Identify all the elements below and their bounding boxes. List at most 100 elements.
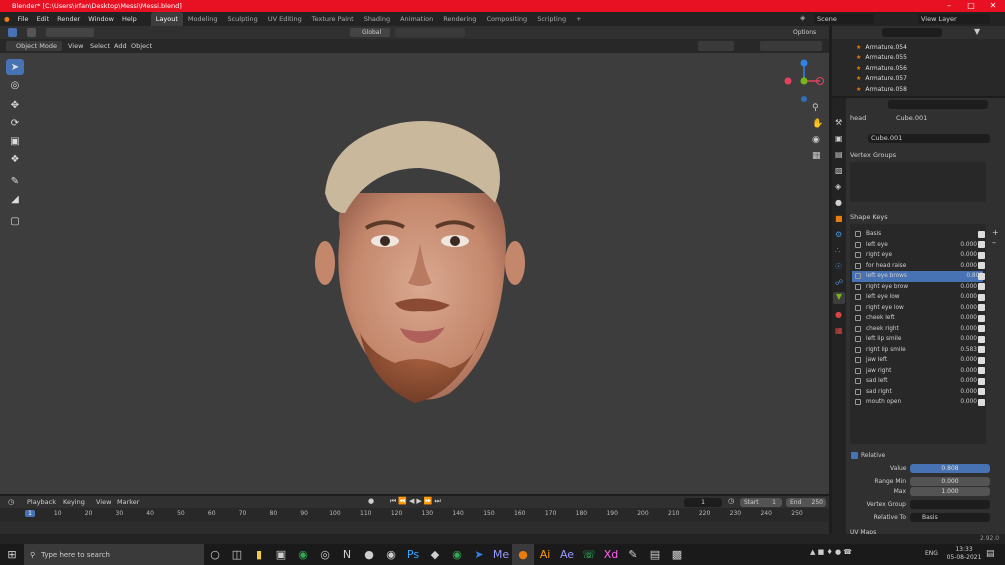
shape-key-row[interactable]: jaw right 0.000 — [852, 366, 985, 377]
shape-keys-list[interactable]: Basis left eye 0.000 right eye 0.000 for h… — [850, 224, 986, 444]
tab-rendering[interactable]: Rendering — [438, 12, 481, 26]
head-mesh[interactable] — [300, 113, 540, 413]
timeline-ruler[interactable]: 1 10 20 30 40 50 60 70 80 90 100 110 120 130 140 150 160… — [0, 508, 829, 522]
outliner-item[interactable]: ★ Armature.054 — [832, 42, 1005, 53]
grid-view-icon[interactable]: ▦ — [812, 151, 821, 161]
tab-animation[interactable]: Animation — [395, 12, 438, 26]
shape-key-row[interactable]: left eye low 0.000 — [852, 292, 985, 303]
file-explorer-icon[interactable]: ▮ — [248, 544, 270, 565]
constraints-tab-icon[interactable]: ☍ — [835, 278, 843, 287]
playback-controls[interactable]: ⏮⏪◀▶⏩⏭ — [390, 497, 443, 506]
shape-key-row[interactable]: sad left 0.000 — [852, 376, 985, 387]
menu-window[interactable]: Window — [84, 12, 118, 26]
tab-uv-editing[interactable]: UV Editing — [263, 12, 307, 26]
select-tool-icon[interactable]: ➤ — [6, 59, 24, 75]
shape-key-row[interactable]: for head raise 0.000 — [852, 261, 985, 272]
notepad-icon[interactable]: ▤ — [644, 544, 666, 565]
material-tab-icon[interactable]: ● — [835, 310, 842, 319]
menu-view[interactable]: View — [96, 498, 111, 506]
tool-tab-icon[interactable]: ⚒ — [835, 118, 842, 127]
clock-icon[interactable]: ◷ — [728, 497, 734, 505]
scale-tool-icon[interactable]: ▣ — [6, 133, 24, 149]
menu-keying[interactable]: Keying — [63, 498, 85, 506]
navigation-gizmo[interactable] — [780, 57, 828, 105]
add-cube-tool-icon[interactable]: ▢ — [6, 213, 24, 229]
chrome-icon[interactable]: ◉ — [292, 544, 314, 565]
scene-tab-icon[interactable]: ◈ — [835, 182, 841, 191]
visibility-gizmo-buttons[interactable] — [698, 41, 734, 51]
shape-key-row[interactable]: sad right 0.000 — [852, 387, 985, 398]
current-frame-field[interactable]: 1 — [684, 498, 722, 507]
mesh-data-name-field[interactable]: Cube.001 — [868, 134, 990, 143]
move-tool-icon[interactable]: ✥ — [6, 97, 24, 113]
properties-search-input[interactable] — [888, 100, 988, 109]
transform-orientation[interactable]: Global — [350, 28, 390, 37]
app-icon[interactable]: ◎ — [314, 544, 336, 565]
scene-selector[interactable]: Scene — [814, 14, 874, 24]
relative-to-field[interactable]: Basis — [910, 513, 990, 522]
add-shape-key-button[interactable]: + — [992, 228, 999, 237]
photoshop-icon[interactable]: Ps — [402, 544, 424, 565]
vertex-groups-list[interactable] — [850, 162, 986, 202]
record-icon[interactable]: ● — [368, 497, 374, 505]
tab-modeling[interactable]: Modeling — [183, 12, 223, 26]
shape-key-row[interactable]: left eye 0.000 — [852, 240, 985, 251]
shape-key-row[interactable]: Basis — [852, 229, 985, 240]
app-icon[interactable]: ◆ — [424, 544, 446, 565]
mute-checkbox[interactable] — [978, 283, 985, 291]
relative-checkbox[interactable] — [851, 452, 858, 459]
output-tab-icon[interactable]: ▤ — [835, 150, 843, 159]
rotate-tool-icon[interactable]: ⟳ — [6, 115, 24, 131]
mode-selector[interactable]: Object Mode — [6, 41, 62, 51]
tab-scripting[interactable]: Scripting — [532, 12, 571, 26]
max-field[interactable]: 1.000 — [910, 487, 990, 496]
mute-checkbox[interactable] — [978, 314, 985, 322]
mute-checkbox[interactable] — [978, 346, 985, 354]
shape-key-row[interactable]: jaw left 0.000 — [852, 355, 985, 366]
mute-checkbox[interactable] — [978, 377, 985, 385]
menu-view[interactable]: View — [68, 41, 83, 51]
mute-checkbox[interactable] — [978, 356, 985, 364]
menu-help[interactable]: Help — [118, 12, 141, 26]
app-icon[interactable]: ▩ — [666, 544, 688, 565]
outliner-search-input[interactable] — [882, 28, 942, 37]
pan-hand-icon[interactable]: ✋ — [812, 119, 823, 129]
vscode-icon[interactable]: ➤ — [468, 544, 490, 565]
mesh-data-tab-icon[interactable]: ▼ — [833, 292, 845, 304]
cursor-tool-icon[interactable]: ◎ — [6, 77, 24, 93]
language-indicator[interactable]: ENG — [925, 550, 938, 557]
tab-texture-paint[interactable]: Texture Paint — [307, 12, 359, 26]
taskbar-search-box[interactable]: ⚲ Type here to search — [24, 544, 204, 565]
after-effects-icon[interactable]: Ae — [556, 544, 578, 565]
minimize-button[interactable]: – — [938, 0, 960, 12]
start-frame-field[interactable]: Start 1 — [740, 498, 782, 507]
mute-checkbox[interactable] — [978, 335, 985, 343]
zoom-icon[interactable]: ⚲ — [812, 103, 819, 113]
system-tray-icons[interactable]: ▲ ■ ♦ ● ☎ — [810, 548, 852, 556]
tab-shading[interactable]: Shading — [359, 12, 395, 26]
end-frame-field[interactable]: End 250 — [786, 498, 826, 507]
cortana-icon[interactable]: ○ — [204, 544, 226, 565]
menu-select[interactable]: Select — [90, 41, 110, 51]
measure-tool-icon[interactable]: ◢ — [6, 191, 24, 207]
physics-tab-icon[interactable]: ☉ — [835, 262, 842, 271]
editor-type-icon[interactable]: ◷ — [8, 498, 14, 506]
object-tab-icon[interactable]: ■ — [835, 214, 843, 223]
add-workspace-button[interactable]: + — [571, 12, 586, 26]
notification-icon[interactable]: ▤ — [986, 549, 995, 559]
outliner-item[interactable]: ★ Armature.056 — [832, 63, 1005, 74]
value-slider[interactable]: 0.808 — [910, 464, 990, 473]
mute-checkbox[interactable] — [978, 398, 985, 406]
annotate-tool-icon[interactable]: ✎ — [6, 173, 24, 189]
transform-tool-icon[interactable]: ❖ — [6, 151, 24, 167]
menu-edit[interactable]: Edit — [33, 12, 54, 26]
view-layer-tab-icon[interactable]: ▧ — [835, 166, 843, 175]
app-icon[interactable]: N — [336, 544, 358, 565]
close-button[interactable]: ✕ — [982, 0, 1004, 12]
shape-key-row[interactable]: cheek left 0.000 — [852, 313, 985, 324]
clock[interactable]: 13:33 05-08-2021 — [946, 546, 982, 562]
view-layer-selector[interactable]: View Layer — [918, 14, 990, 24]
options-dropdown[interactable]: Options — [793, 28, 825, 37]
outliner-item[interactable]: ★ Armature.055 — [832, 53, 1005, 64]
range-min-field[interactable]: 0.000 — [910, 477, 990, 486]
